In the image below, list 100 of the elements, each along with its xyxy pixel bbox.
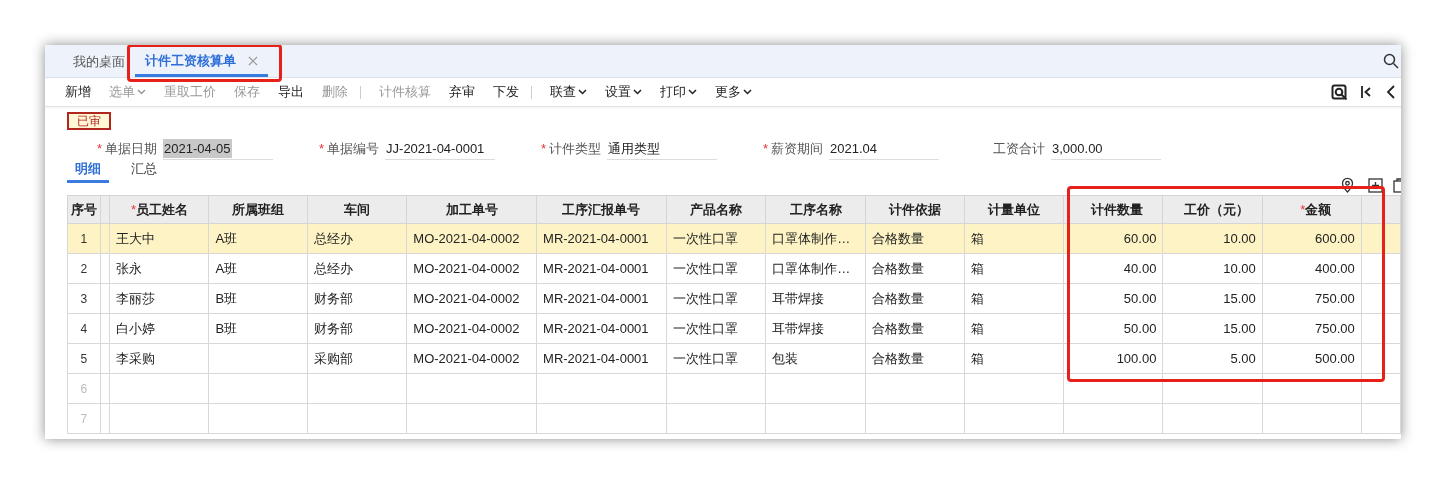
toolbar-button[interactable]: 弃审: [443, 82, 481, 102]
chevron-down-icon: [578, 89, 587, 95]
table-cell: 5.00: [1162, 343, 1263, 374]
chevron-down-icon: [633, 89, 642, 95]
input-field[interactable]: 通用类型: [607, 138, 718, 160]
toolbar-button[interactable]: 导出: [272, 82, 310, 102]
table-cell: 李丽莎: [109, 283, 209, 314]
table-cell: MO-2021-04-0002: [406, 313, 537, 344]
table-cell: 财务部: [307, 313, 407, 344]
status-badge: 已审: [67, 112, 111, 130]
column-header: 计件数量: [1063, 195, 1163, 224]
table-row[interactable]: 5 李采购 采购部 MO-2021-04-0002 MR-2021-04-0001 一次性口罩 包装 合格数量 箱 100.00 5.00 500.00: [67, 343, 1401, 374]
tab[interactable]: 计件工资核算单: [135, 47, 268, 77]
location-pin-icon[interactable]: [1341, 177, 1354, 193]
table-cell: 王大中: [109, 223, 209, 254]
chevron-down-icon: [688, 89, 697, 95]
table-cell: MR-2021-04-0001: [536, 313, 667, 344]
column-header: 工序汇报单号: [536, 195, 667, 224]
required-mark: *: [319, 140, 325, 159]
chevron-down-icon: [743, 89, 752, 95]
table-row[interactable]: 1 王大中 A班 总经办 MO-2021-04-0002 MR-2021-04-0001 一次性口罩 口罩体制作… 合格数量 箱 60.00 10.00 600.00: [67, 223, 1401, 254]
table-cell: 400.00: [1262, 253, 1362, 284]
table-cell: 100.00: [1063, 343, 1163, 374]
table-cell: 10.00: [1162, 223, 1263, 254]
row-number: 5: [67, 343, 101, 374]
column-header: 产品名称: [666, 195, 766, 224]
table-cell: 一次性口罩: [666, 283, 766, 314]
table-cell: MO-2021-04-0002: [406, 283, 537, 314]
toolbar-button[interactable]: 下发: [487, 82, 538, 102]
table-cell: 一次性口罩: [666, 253, 766, 284]
table-row[interactable]: 4 白小婷 B班 财务部 MO-2021-04-0002 MR-2021-04-0001 一次性口罩 耳带焊接 合格数量 箱 50.00 15.00 750.00: [67, 313, 1401, 344]
table-cell: 合格数量: [865, 223, 965, 254]
toolbar-button[interactable]: 更多: [709, 82, 758, 102]
table-cell: 15.00: [1162, 313, 1263, 344]
input-field[interactable]: JJ-2021-04-0001: [385, 138, 496, 160]
chevron-down-icon: [137, 89, 146, 95]
table-cell: 50.00: [1063, 313, 1163, 344]
input-field[interactable]: 3,000.00: [1051, 138, 1161, 160]
table-cell: 箱: [964, 283, 1064, 314]
table-cell: MR-2021-04-0001: [536, 223, 667, 254]
table-cell: 合格数量: [865, 313, 965, 344]
table-row[interactable]: 2 张永 A班 总经办 MO-2021-04-0002 MR-2021-04-0001 一次性口罩 口罩体制作… 合格数量 箱 40.00 10.00 400.00: [67, 253, 1401, 284]
column-header: 计件依据: [865, 195, 965, 224]
close-icon[interactable]: [248, 55, 258, 66]
table-cell: B班: [208, 283, 308, 314]
field-label: 计件类型: [549, 140, 602, 159]
row-number: 6: [67, 373, 101, 404]
sub-tab[interactable]: 明细: [67, 157, 109, 183]
required-mark: *: [97, 140, 103, 159]
row-number: 1: [67, 223, 101, 254]
row-number: 7: [67, 403, 101, 434]
table-cell: 财务部: [307, 283, 407, 314]
table-cell: 一次性口罩: [666, 313, 766, 344]
toolbar-button[interactable]: 打印: [654, 82, 703, 102]
table-cell: 600.00: [1262, 223, 1362, 254]
field-label: 单据日期: [105, 140, 158, 159]
first-page-icon[interactable]: [1360, 85, 1372, 99]
table-cell: A班: [208, 253, 308, 284]
table-cell: 10.00: [1162, 253, 1263, 284]
table-cell: 50.00: [1063, 283, 1163, 314]
table-cell: 750.00: [1262, 313, 1362, 344]
column-header: 计量单位: [964, 195, 1064, 224]
column-header: 车间: [307, 195, 407, 224]
field-label: 单据编号: [327, 140, 380, 159]
table-cell: 口罩体制作…: [765, 253, 866, 284]
column-header: 序号: [67, 195, 101, 224]
field-label: 工资合计: [993, 140, 1045, 159]
input-field[interactable]: 2021.04: [829, 138, 940, 160]
table-cell: 合格数量: [865, 283, 965, 314]
search-document-icon[interactable]: [1331, 83, 1348, 101]
table-cell: MR-2021-04-0001: [536, 253, 667, 284]
toolbar-button[interactable]: 联查: [544, 82, 593, 102]
table-cell: MO-2021-04-0002: [406, 253, 537, 284]
table-cell: 15.00: [1162, 283, 1263, 314]
toolbar-button[interactable]: 设置: [599, 82, 648, 102]
table-cell: 一次性口罩: [666, 343, 766, 374]
table-cell: MO-2021-04-0002: [406, 343, 537, 374]
table-cell: 合格数量: [865, 343, 965, 374]
previous-icon[interactable]: [1386, 85, 1395, 99]
tab[interactable]: 我的桌面: [63, 47, 135, 77]
table-cell: 一次性口罩: [666, 223, 766, 254]
add-row-icon[interactable]: [1368, 178, 1383, 193]
table-cell: 总经办: [307, 223, 407, 254]
column-header: 工价（元）: [1162, 195, 1263, 224]
table-cell: 采购部: [307, 343, 407, 374]
toolbar-button[interactable]: 新增: [59, 82, 97, 102]
column-header: *员工姓名: [109, 195, 209, 224]
table-cell: 箱: [964, 313, 1064, 344]
table-cell: 40.00: [1063, 253, 1163, 284]
field-label: 薪资期间: [771, 140, 824, 159]
table-cell: A班: [208, 223, 308, 254]
table-cell: MO-2021-04-0002: [406, 223, 537, 254]
search-icon[interactable]: [1383, 53, 1399, 69]
sub-tab[interactable]: 汇总: [123, 157, 165, 183]
required-mark: *: [541, 140, 547, 159]
copy-icon[interactable]: [1393, 178, 1401, 193]
table-row[interactable]: 3 李丽莎 B班 财务部 MO-2021-04-0002 MR-2021-04-0001 一次性口罩 耳带焊接 合格数量 箱 50.00 15.00 750.00: [67, 283, 1401, 314]
table-cell: 李采购: [109, 343, 209, 374]
column-header: 所属班组: [208, 195, 308, 224]
table-cell: 合格数量: [865, 253, 965, 284]
